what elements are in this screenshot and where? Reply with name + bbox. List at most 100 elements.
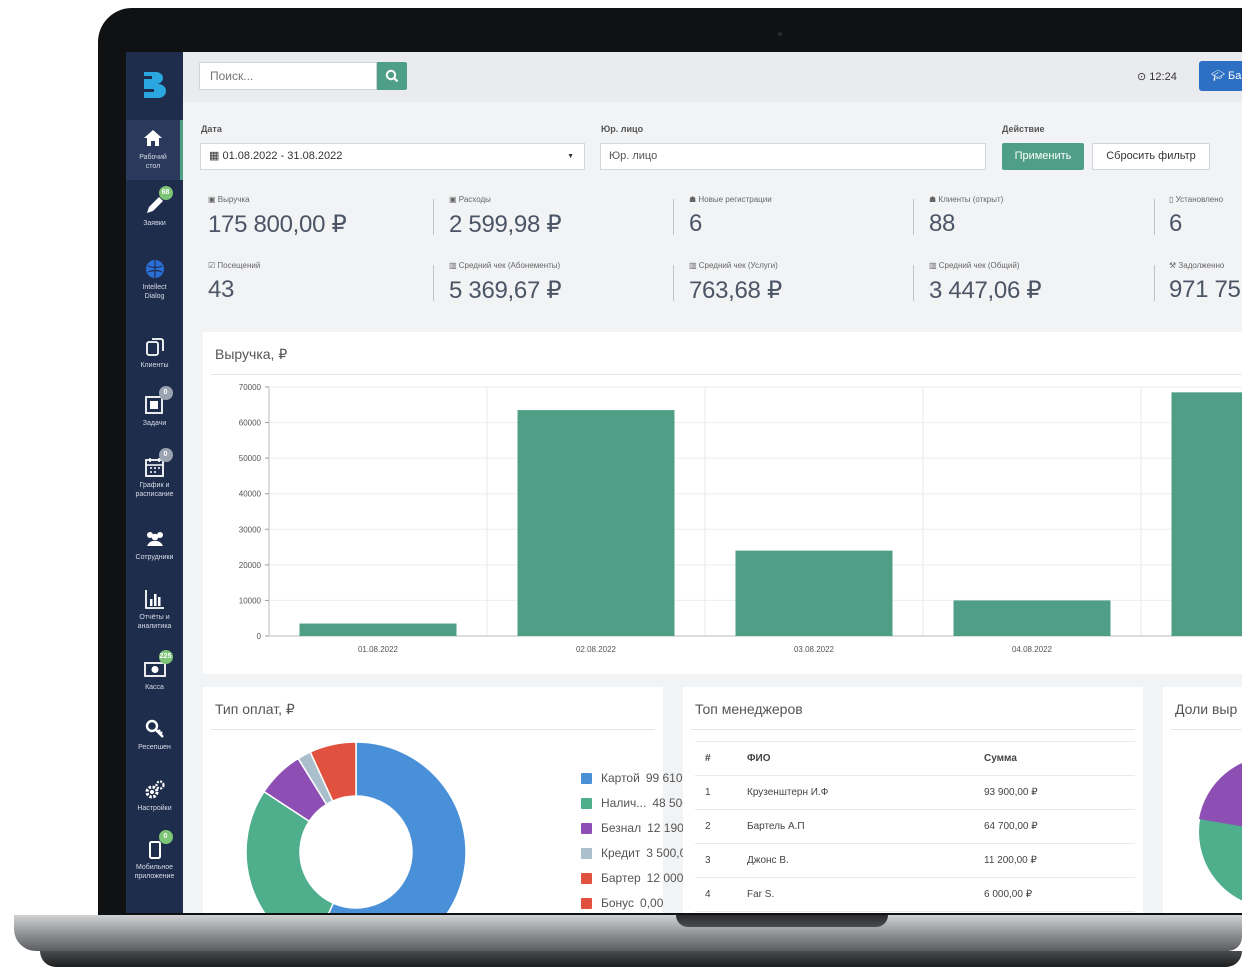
stat-divider	[433, 199, 434, 235]
legend-label: Налич...	[601, 796, 647, 810]
stat-divider	[913, 199, 914, 235]
bar-chart-icon: ▥	[929, 261, 939, 270]
requests-badge: 68	[158, 186, 173, 200]
sidebar-item-intellect-dialog[interactable]: Intellect Dialog	[126, 258, 183, 301]
revenue-bar[interactable]	[735, 550, 893, 636]
stat-avg-check-subscriptions: ▥ Средний чек (Абонементы) 5 369,67 ₽	[449, 261, 562, 305]
sidebar-item-label: Отчёты и аналитика	[137, 614, 172, 630]
column-header-sum[interactable]: Сумма	[983, 741, 1135, 776]
sidebar-item-tasks[interactable]: 0 Задачи	[126, 386, 183, 428]
tasks-icon: 0	[144, 386, 173, 416]
stat-divider	[673, 199, 674, 235]
table-row[interactable]: 4 Far S. 6 000,00 ₽	[695, 877, 1135, 912]
stat-avg-check-total: ▥ Средний чек (Общий) 3 447,06 ₽	[929, 261, 1042, 305]
sidebar-item-label: Сотрудники	[135, 554, 174, 561]
key-icon	[144, 718, 166, 740]
search-button[interactable]	[377, 62, 407, 90]
stat-label: ▣ Выручка	[208, 195, 250, 204]
managers-table: # ФИО Сумма 1 Крузенштерн И.Ф 93 900,00 …	[695, 741, 1135, 912]
gears-icon	[144, 779, 166, 801]
stat-value: 3 447,06 ₽	[929, 277, 1042, 304]
sidebar-item-label: Ресепшен	[138, 744, 171, 751]
y-tick-label: 0	[257, 632, 262, 641]
stat-value: 763,68 ₽	[689, 277, 782, 304]
row-number: 3	[695, 843, 746, 878]
top-managers-panel: Топ менеджеров # ФИО Сумма 1 Крузенштерн…	[683, 687, 1143, 913]
topbar: ⊙ 12:24 🎓︎ Ба	[183, 52, 1242, 102]
stat-divider	[673, 265, 674, 301]
legend-item[interactable]: Кредит 3 500,00	[581, 846, 693, 860]
top-action-button[interactable]: 🎓︎ Ба	[1199, 61, 1242, 91]
revenue-share-pie	[1199, 763, 1242, 901]
gavel-icon: ⚒	[1169, 261, 1179, 270]
y-tick-label: 10000	[239, 596, 262, 605]
stat-label: ▥ Средний чек (Абонементы)	[449, 261, 561, 270]
reset-filter-button[interactable]: Сбросить фильтр	[1092, 143, 1210, 170]
users-icon: ☗	[929, 195, 939, 204]
clock: ⊙ 12:24	[1137, 70, 1177, 83]
sidebar-item-label: Клиенты	[140, 362, 169, 369]
staff-icon	[144, 528, 166, 550]
revenue-share-panel: Доли выр	[1163, 687, 1242, 913]
stat-divider	[1154, 199, 1155, 235]
sidebar-item-dashboard[interactable]: Рабочий стол	[126, 120, 183, 180]
users-icon: ☗	[689, 195, 699, 204]
stat-divider	[1154, 265, 1155, 301]
sidebar-item-label: Рабочий стол	[139, 154, 167, 170]
date-range-value: 01.08.2022 - 31.08.2022	[222, 150, 343, 162]
sidebar-item-schedule[interactable]: 0 График и расписание	[126, 448, 183, 499]
sidebar-item-requests[interactable]: 68 Заявки	[126, 186, 183, 228]
entity-filter-field[interactable]: Юр. лицо	[600, 143, 986, 170]
stat-label: ▣ Расходы	[449, 195, 491, 204]
legend-item[interactable]: Бонус 0,00	[581, 896, 663, 910]
sidebar-item-label: Настройки	[137, 805, 172, 812]
top-managers-title: Топ менеджеров	[695, 701, 803, 717]
sidebar-item-staff[interactable]: Сотрудники	[126, 528, 183, 562]
clock-time: 12:24	[1149, 71, 1177, 83]
column-header-name[interactable]: ФИО	[746, 741, 983, 776]
manager-sum: 64 700,00 ₽	[983, 809, 1135, 844]
y-tick-label: 60000	[239, 419, 262, 428]
bar-chart-icon: ▥	[449, 261, 459, 270]
sidebar-item-settings[interactable]: Настройки	[126, 779, 183, 813]
stat-label: ☑ Посещений	[208, 261, 261, 270]
laptop-base	[14, 915, 1242, 951]
sidebar-item-cash[interactable]: 225 Касса	[126, 650, 183, 692]
panel-divider	[691, 729, 1135, 730]
revenue-bar[interactable]	[299, 623, 457, 636]
mobile-icon: 0	[144, 830, 173, 860]
table-row[interactable]: 1 Крузенштерн И.Ф 93 900,00 ₽	[695, 775, 1135, 810]
legend-label: Картой	[601, 771, 640, 785]
apply-button[interactable]: Применить	[1002, 143, 1084, 170]
sidebar-item-label: Intellect Dialog	[142, 284, 167, 300]
app-logo[interactable]	[126, 52, 183, 116]
sidebar-item-label: Задачи	[142, 420, 167, 427]
x-tick-label: 03.08.2022	[794, 645, 835, 654]
mobile-small-icon: ▯	[1169, 195, 1176, 204]
sidebar-item-reports[interactable]: Отчёты и аналитика	[126, 588, 183, 631]
table-row[interactable]: 2 Бартель А.П 64 700,00 ₽	[695, 809, 1135, 844]
stat-label: ▥ Средний чек (Общий)	[929, 261, 1020, 270]
row-number: 2	[695, 809, 746, 844]
table-row[interactable]: 3 Джонс В. 11 200,00 ₽	[695, 843, 1135, 878]
column-header-number[interactable]: #	[695, 741, 746, 776]
revenue-bar[interactable]	[953, 600, 1111, 636]
manager-sum: 6 000,00 ₽	[983, 877, 1135, 912]
revenue-bar[interactable]	[517, 410, 675, 636]
sidebar: Рабочий стол 68 Заявки Intellect Dialog …	[126, 52, 183, 913]
cash-icon: 225	[143, 650, 173, 680]
sidebar-item-reception[interactable]: Ресепшен	[126, 718, 183, 752]
sidebar-item-label: Мобильное приложение	[134, 864, 175, 880]
date-range-picker[interactable]: ▦ 01.08.2022 - 31.08.2022 ▼	[200, 143, 585, 170]
stat-expenses: ▣ Расходы 2 599,98 ₽	[449, 195, 562, 239]
sidebar-item-clients[interactable]: Клиенты	[126, 336, 183, 370]
home-icon	[142, 128, 164, 150]
legend-item[interactable]: Картой 99 610,00	[581, 771, 699, 785]
stat-value: 6	[1169, 210, 1183, 237]
sidebar-item-mobile-app[interactable]: 0 Мобильное приложение	[126, 830, 183, 881]
revenue-bar[interactable]	[1171, 392, 1242, 636]
pen-icon: 68	[144, 186, 173, 216]
search-input[interactable]	[199, 62, 377, 90]
top-action-label: Ба	[1228, 70, 1242, 82]
legend-swatch	[581, 772, 592, 784]
